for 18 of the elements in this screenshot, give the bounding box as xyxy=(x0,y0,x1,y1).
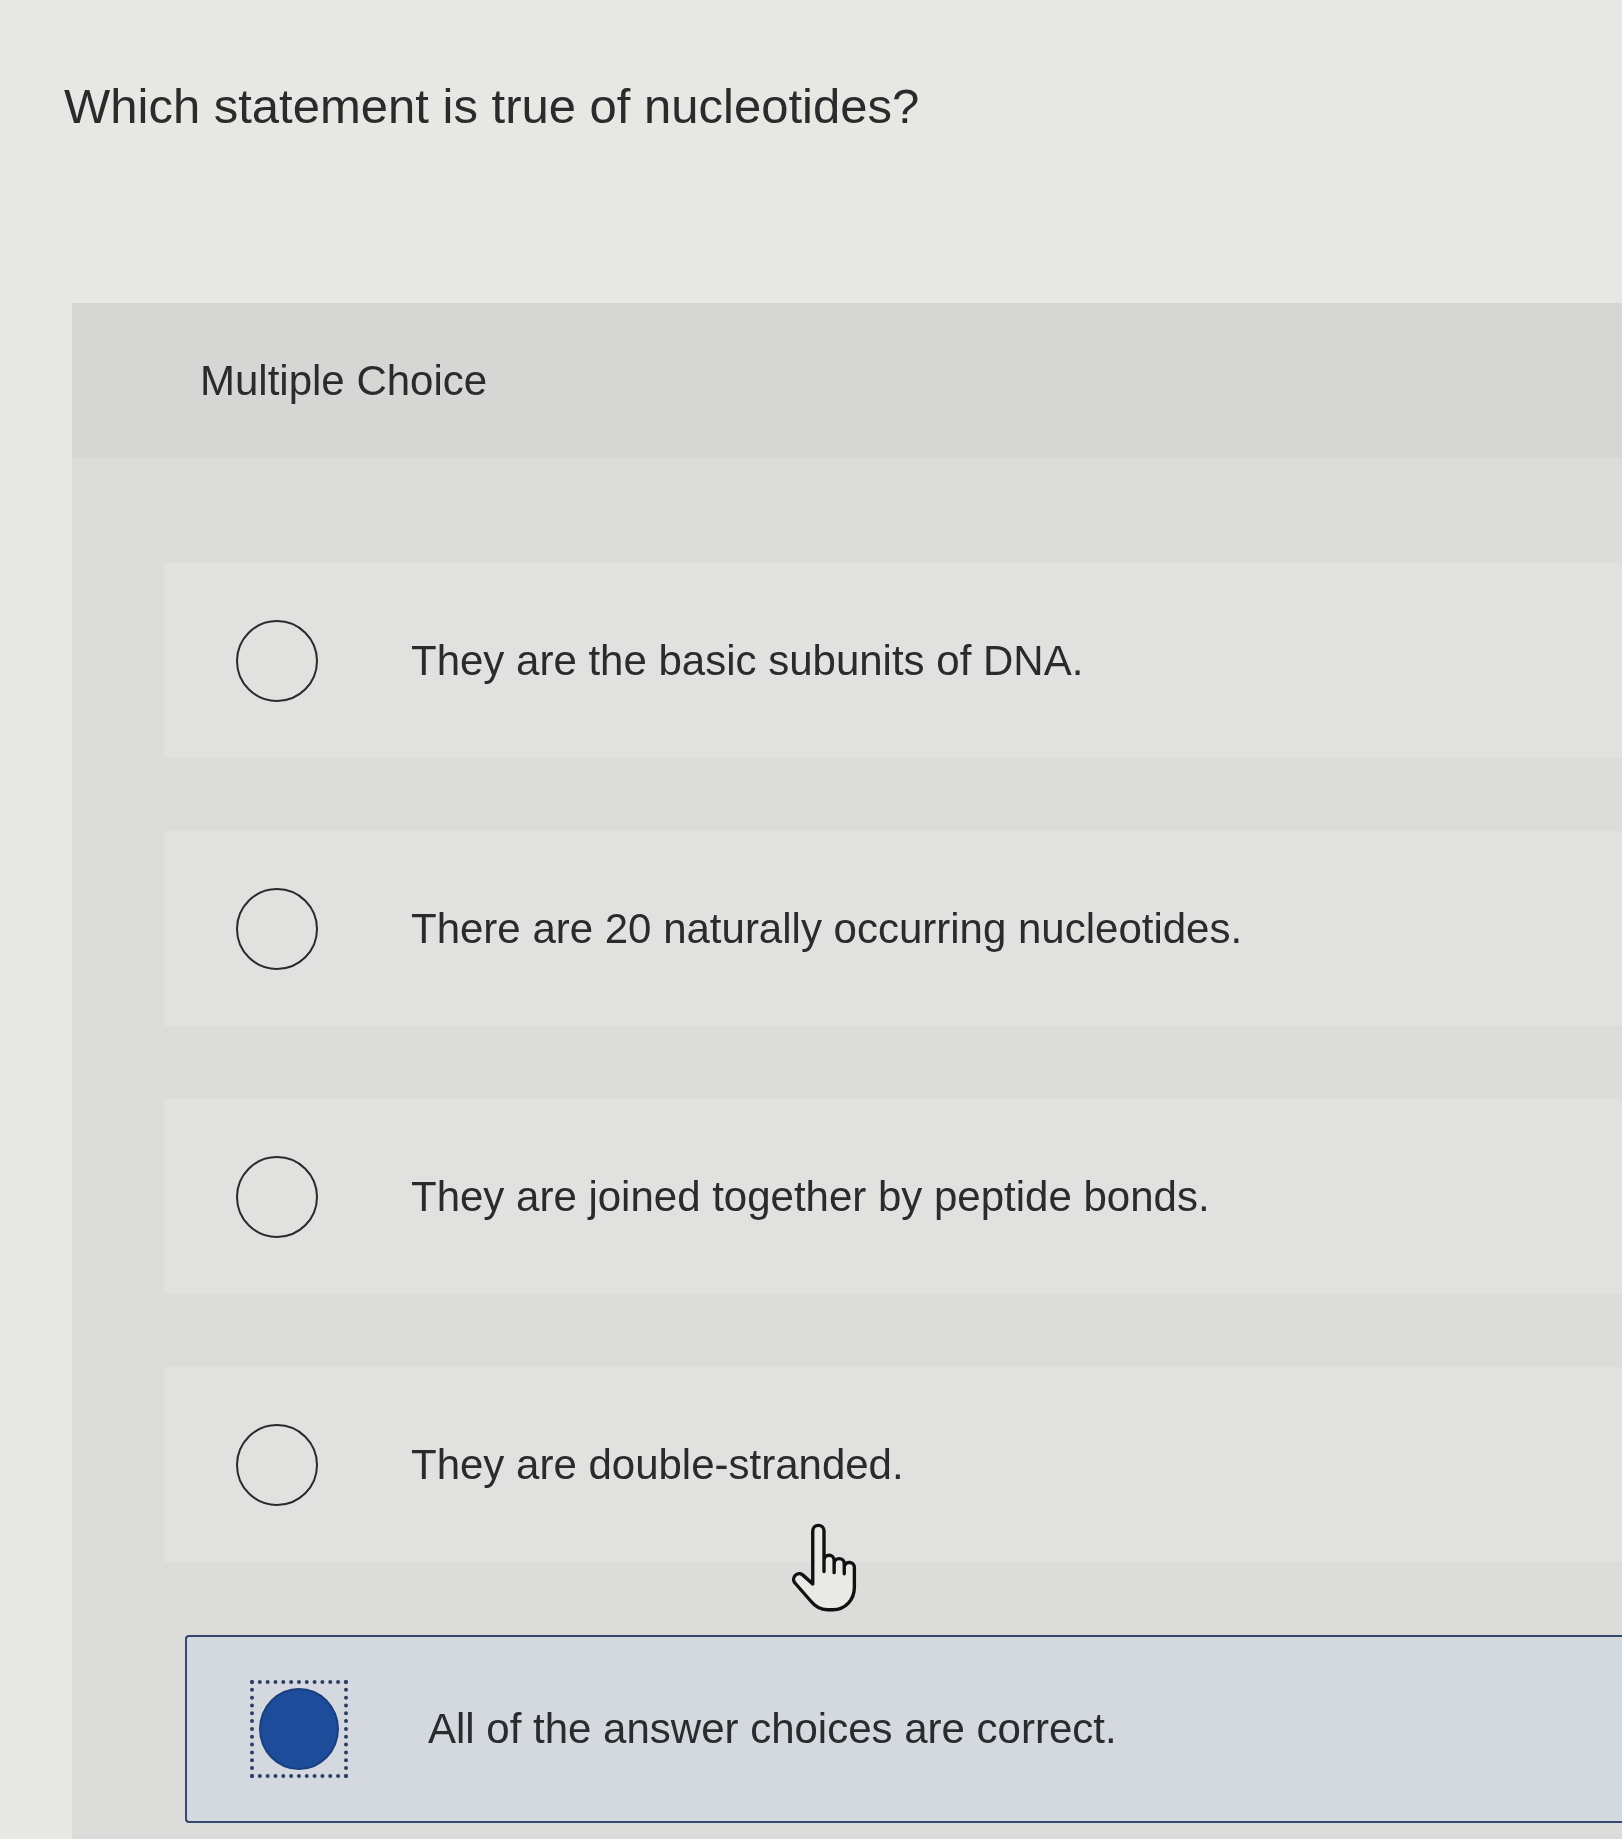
answer-option[interactable]: They are the basic subunits of DNA. xyxy=(164,563,1622,758)
radio-button[interactable] xyxy=(235,1422,319,1507)
answer-option[interactable]: They are joined together by peptide bonds. xyxy=(164,1099,1622,1294)
option-text: They are double-stranded. xyxy=(411,1439,904,1490)
answer-option[interactable]: There are 20 naturally occurring nucleotides. xyxy=(164,831,1622,1026)
radio-button[interactable] xyxy=(235,1154,319,1239)
radio-button[interactable] xyxy=(250,1680,348,1778)
answer-option[interactable]: All of the answer choices are correct. xyxy=(185,1635,1622,1823)
option-text: All of the answer choices are correct. xyxy=(428,1704,1117,1754)
option-text: They are joined together by peptide bonds. xyxy=(411,1171,1210,1222)
answer-option[interactable]: They are double-stranded. xyxy=(164,1367,1622,1562)
option-text: They are the basic subunits of DNA. xyxy=(411,635,1084,686)
option-text: There are 20 naturally occurring nucleotides. xyxy=(411,903,1243,954)
radio-button[interactable] xyxy=(235,886,319,971)
hand-pointer-icon xyxy=(790,1522,858,1612)
radio-button[interactable] xyxy=(235,618,319,703)
panel-heading: Multiple Choice xyxy=(200,356,488,405)
question-text: Which statement is true of nucleotides? xyxy=(63,78,921,135)
